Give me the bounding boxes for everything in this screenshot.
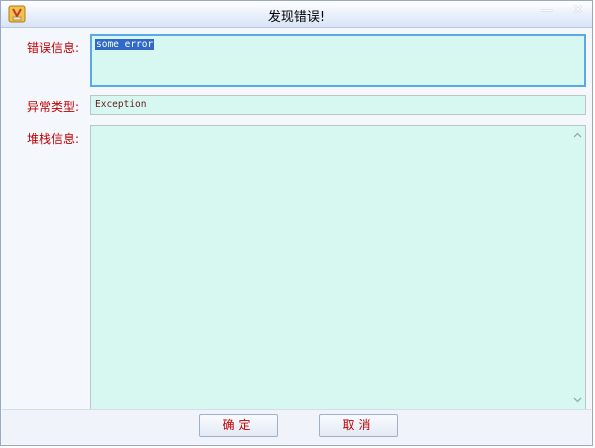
error-message-value: some error (95, 39, 155, 50)
close-icon[interactable]: ✕ (567, 3, 589, 19)
window-title: 发现错误! (267, 10, 326, 25)
exception-type-label: 异常类型: (27, 100, 80, 114)
error-dialog: 发现错误! — ✕ 错误信息: some error 异常类型: Excepti… (0, 0, 593, 446)
cancel-button[interactable]: 取消 (319, 414, 398, 437)
stack-trace-field[interactable] (90, 125, 586, 412)
title-bar[interactable]: 发现错误! — ✕ (1, 1, 592, 28)
stack-trace-scrollbar[interactable] (570, 126, 585, 411)
ok-button[interactable]: 确定 (199, 414, 278, 437)
scroll-up-icon[interactable] (570, 130, 585, 142)
error-message-label: 错误信息: (27, 41, 80, 55)
scroll-down-icon[interactable] (570, 395, 585, 407)
error-message-field[interactable]: some error (90, 34, 586, 87)
minimize-icon[interactable]: — (536, 3, 558, 19)
button-bar: 确定 取消 (2, 409, 591, 444)
exception-type-field[interactable]: Exception (90, 95, 586, 115)
stack-trace-label: 堆栈信息: (27, 132, 80, 146)
exception-type-value: Exception (95, 99, 147, 110)
